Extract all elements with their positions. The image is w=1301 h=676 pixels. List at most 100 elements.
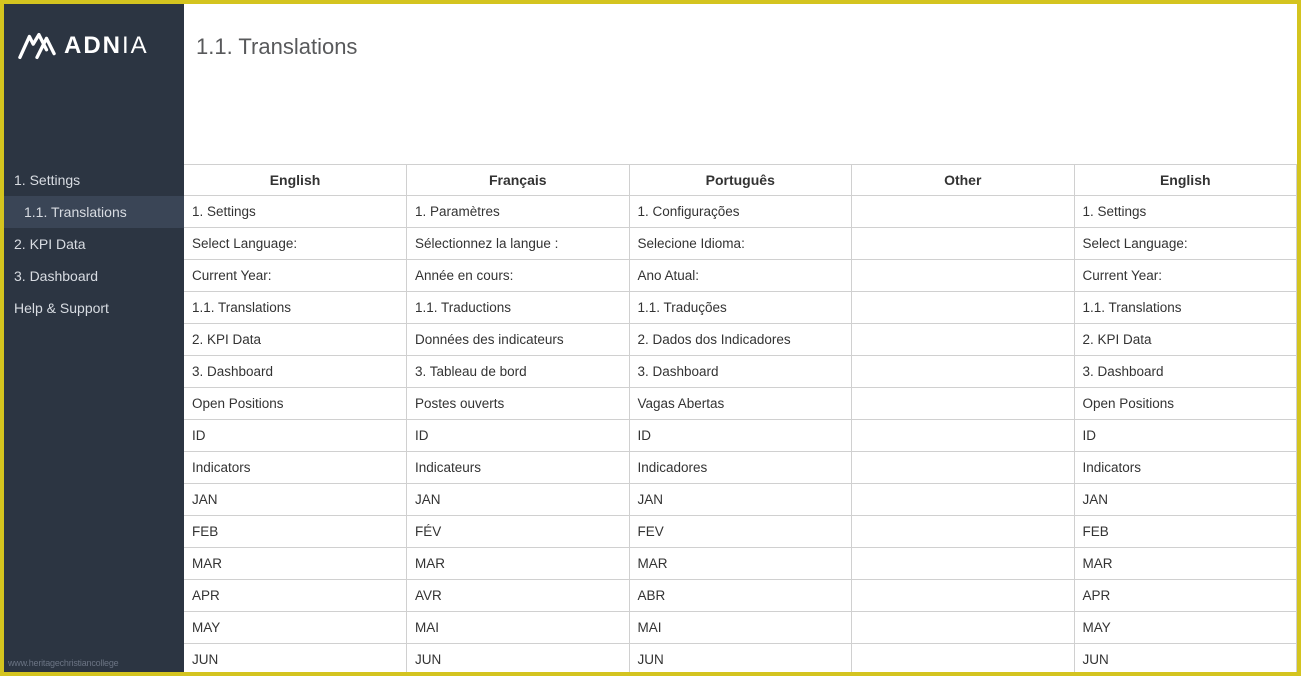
sidebar-item-1[interactable]: 1.1. Translations: [4, 196, 184, 228]
table-cell[interactable]: 1. Paramètres: [407, 196, 630, 228]
table-cell[interactable]: APR: [184, 580, 407, 612]
table-cell[interactable]: FEB: [1074, 516, 1297, 548]
table-cell[interactable]: Année en cours:: [407, 260, 630, 292]
sidebar-item-2[interactable]: 2. KPI Data: [4, 228, 184, 260]
table-cell[interactable]: MAI: [407, 612, 630, 644]
table-cell[interactable]: FÉV: [407, 516, 630, 548]
table-row: MARMARMARMAR: [184, 548, 1297, 580]
table-cell[interactable]: Indicators: [184, 452, 407, 484]
table-cell[interactable]: ABR: [629, 580, 852, 612]
table-cell[interactable]: JAN: [184, 484, 407, 516]
table-header-1: Français: [407, 165, 630, 196]
table-cell[interactable]: Indicadores: [629, 452, 852, 484]
table-cell[interactable]: [852, 356, 1075, 388]
table-cell[interactable]: Indicators: [1074, 452, 1297, 484]
table-cell[interactable]: [852, 644, 1075, 673]
table-cell[interactable]: 3. Tableau de bord: [407, 356, 630, 388]
table-row: JUNJUNJUNJUN: [184, 644, 1297, 673]
table-cell[interactable]: Open Positions: [1074, 388, 1297, 420]
table-row: FEBFÉVFEVFEB: [184, 516, 1297, 548]
table-cell[interactable]: [852, 292, 1075, 324]
table-cell[interactable]: MAY: [1074, 612, 1297, 644]
table-cell[interactable]: Données des indicateurs: [407, 324, 630, 356]
table-cell[interactable]: APR: [1074, 580, 1297, 612]
table-cell[interactable]: MAR: [1074, 548, 1297, 580]
table-cell[interactable]: MAY: [184, 612, 407, 644]
table-cell[interactable]: [852, 516, 1075, 548]
table-cell[interactable]: 1.1. Translations: [1074, 292, 1297, 324]
table-cell[interactable]: [852, 388, 1075, 420]
table-header-2: Português: [629, 165, 852, 196]
table-cell[interactable]: FEV: [629, 516, 852, 548]
table-cell[interactable]: 1. Settings: [1074, 196, 1297, 228]
table-cell[interactable]: [852, 580, 1075, 612]
table-cell[interactable]: 1. Configurações: [629, 196, 852, 228]
table-cell[interactable]: Indicateurs: [407, 452, 630, 484]
table-cell[interactable]: [852, 452, 1075, 484]
table-cell[interactable]: 2. KPI Data: [184, 324, 407, 356]
table-cell[interactable]: [852, 548, 1075, 580]
main-content: 1.1. Translations EnglishFrançaisPortugu…: [184, 4, 1297, 672]
table-row: 1. Settings1. Paramètres1. Configurações…: [184, 196, 1297, 228]
table-row: MAYMAIMAIMAY: [184, 612, 1297, 644]
table-cell[interactable]: FEB: [184, 516, 407, 548]
table-cell[interactable]: [852, 260, 1075, 292]
page-title: 1.1. Translations: [196, 34, 1285, 60]
table-cell[interactable]: Open Positions: [184, 388, 407, 420]
table-cell[interactable]: 1.1. Traductions: [407, 292, 630, 324]
translations-table-wrapper: EnglishFrançaisPortuguêsOtherEnglish 1. …: [184, 164, 1297, 672]
table-cell[interactable]: 1.1. Translations: [184, 292, 407, 324]
table-cell[interactable]: JUN: [184, 644, 407, 673]
table-cell[interactable]: 2. Dados dos Indicadores: [629, 324, 852, 356]
table-cell[interactable]: 3. Dashboard: [629, 356, 852, 388]
logo-text: ADNIA: [64, 32, 149, 60]
table-cell[interactable]: Ano Atual:: [629, 260, 852, 292]
table-cell[interactable]: Sélectionnez la langue :: [407, 228, 630, 260]
table-cell[interactable]: ID: [407, 420, 630, 452]
table-cell[interactable]: JAN: [1074, 484, 1297, 516]
table-row: Current Year:Année en cours:Ano Atual:Cu…: [184, 260, 1297, 292]
translations-table: EnglishFrançaisPortuguêsOtherEnglish 1. …: [184, 164, 1297, 672]
table-cell[interactable]: 1. Settings: [184, 196, 407, 228]
table-cell[interactable]: [852, 228, 1075, 260]
table-cell[interactable]: JAN: [629, 484, 852, 516]
table-cell[interactable]: Current Year:: [184, 260, 407, 292]
sidebar-item-3[interactable]: 3. Dashboard: [4, 260, 184, 292]
table-cell[interactable]: [852, 484, 1075, 516]
table-cell[interactable]: Select Language:: [1074, 228, 1297, 260]
table-row: Open PositionsPostes ouvertsVagas Aberta…: [184, 388, 1297, 420]
table-cell[interactable]: AVR: [407, 580, 630, 612]
table-cell[interactable]: MAI: [629, 612, 852, 644]
table-cell[interactable]: MAR: [629, 548, 852, 580]
table-cell[interactable]: Vagas Abertas: [629, 388, 852, 420]
table-cell[interactable]: [852, 420, 1075, 452]
table-header-3: Other: [852, 165, 1075, 196]
table-cell[interactable]: ID: [629, 420, 852, 452]
table-row: JANJANJANJAN: [184, 484, 1297, 516]
table-cell[interactable]: Current Year:: [1074, 260, 1297, 292]
table-cell[interactable]: Select Language:: [184, 228, 407, 260]
logo-icon: [18, 32, 56, 60]
table-cell[interactable]: ID: [1074, 420, 1297, 452]
table-cell[interactable]: [852, 196, 1075, 228]
table-row: 1.1. Translations1.1. Traductions1.1. Tr…: [184, 292, 1297, 324]
table-cell[interactable]: JUN: [629, 644, 852, 673]
sidebar-item-4[interactable]: Help & Support: [4, 292, 184, 324]
table-cell[interactable]: [852, 612, 1075, 644]
table-cell[interactable]: JUN: [407, 644, 630, 673]
table-cell[interactable]: 2. KPI Data: [1074, 324, 1297, 356]
table-cell[interactable]: JUN: [1074, 644, 1297, 673]
sidebar-nav: 1. Settings1.1. Translations2. KPI Data3…: [4, 164, 184, 324]
table-cell[interactable]: MAR: [407, 548, 630, 580]
table-cell[interactable]: 1.1. Traduções: [629, 292, 852, 324]
table-cell[interactable]: Selecione Idioma:: [629, 228, 852, 260]
table-cell[interactable]: 3. Dashboard: [184, 356, 407, 388]
table-cell[interactable]: JAN: [407, 484, 630, 516]
table-cell[interactable]: MAR: [184, 548, 407, 580]
table-cell[interactable]: ID: [184, 420, 407, 452]
table-cell[interactable]: 3. Dashboard: [1074, 356, 1297, 388]
table-cell[interactable]: Postes ouverts: [407, 388, 630, 420]
table-cell[interactable]: [852, 324, 1075, 356]
sidebar-item-0[interactable]: 1. Settings: [4, 164, 184, 196]
table-header-0: English: [184, 165, 407, 196]
